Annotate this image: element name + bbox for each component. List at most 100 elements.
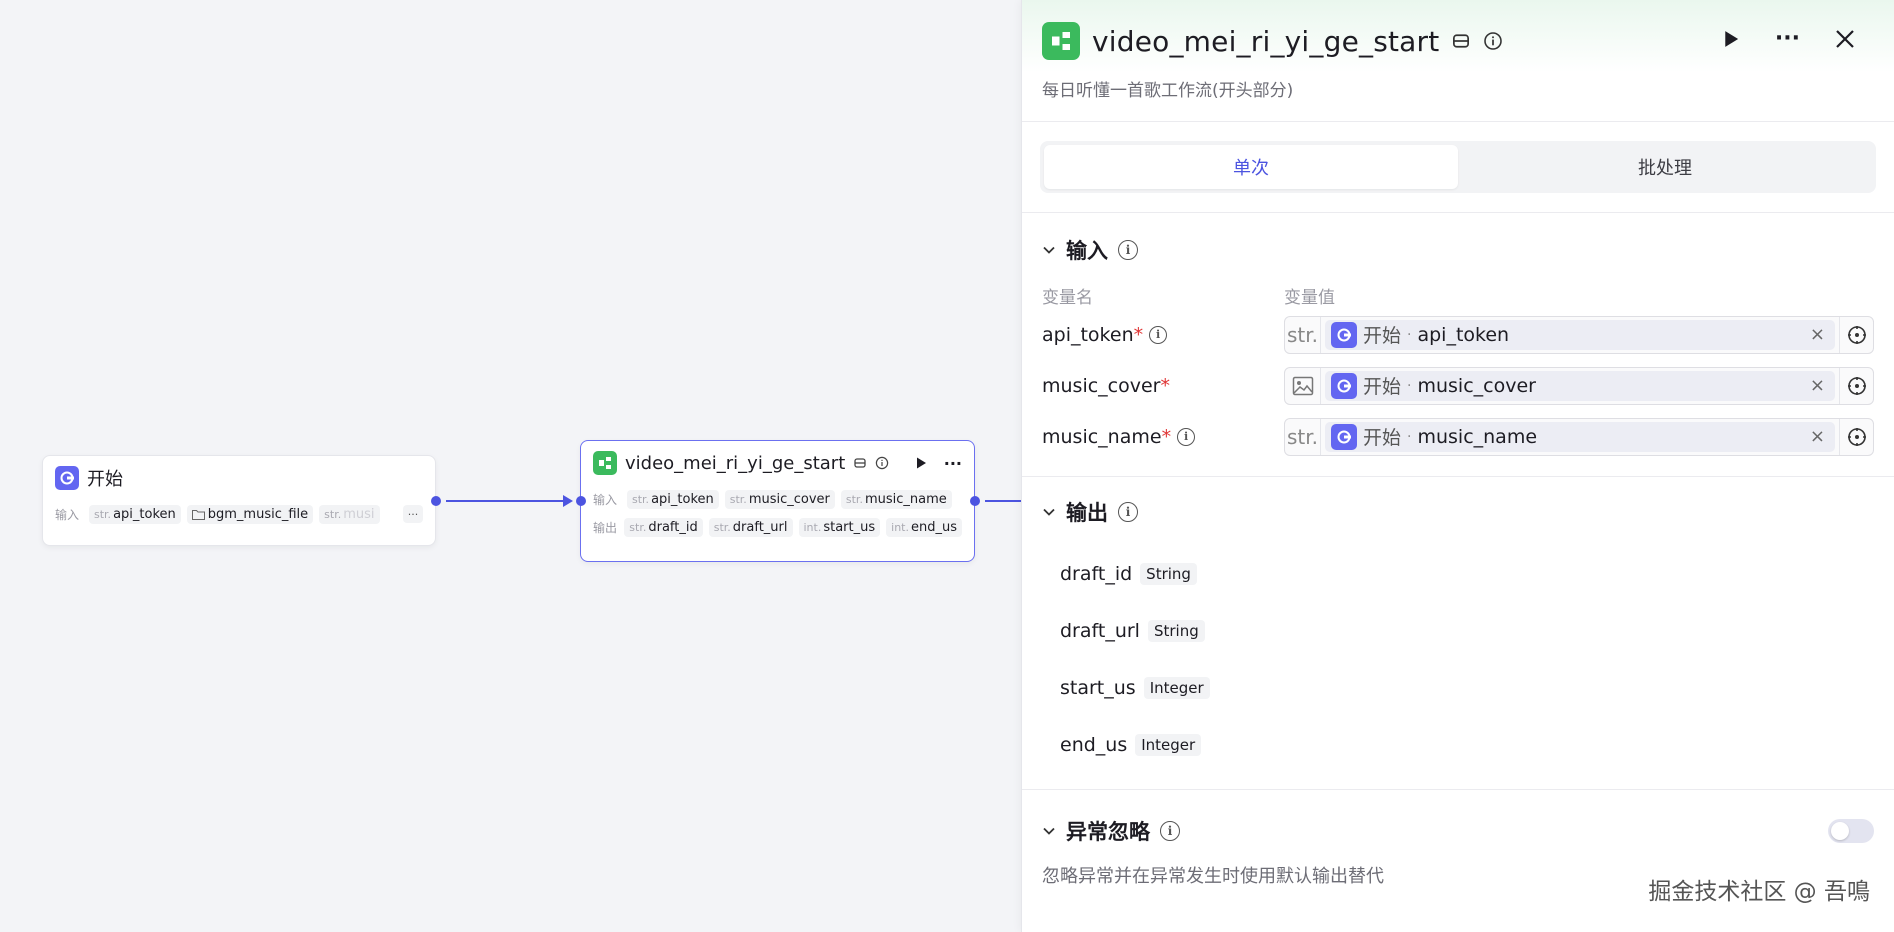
input-var-name: music_cover* <box>1042 374 1170 397</box>
clear-icon[interactable]: × <box>1810 426 1829 447</box>
output-tag: int. start_us <box>798 517 881 537</box>
start-node[interactable]: 开始 输入 str. api_token bgm_music_file str. m… <box>42 455 436 546</box>
input-tag: str. music_name <box>840 489 952 509</box>
tab-batch[interactable]: 批处理 <box>1458 145 1872 189</box>
ref-node-name: 开始 <box>1363 427 1402 449</box>
input-tag: str. music_cover <box>724 489 835 509</box>
ref-var-name: music_name <box>1417 425 1538 448</box>
mode-tabs: 单次 批处理 <box>1022 122 1894 213</box>
input-value-field[interactable]: str. 开始 · music_name × <box>1284 417 1874 456</box>
connection-edge[interactable] <box>985 500 1021 502</box>
image-icon[interactable] <box>1285 367 1321 404</box>
input-value-field[interactable]: 开始 · music_cover × <box>1284 366 1874 405</box>
workflow-node-outputs: 输出 str. draft_id str. draft_url int. start_… <box>581 513 974 541</box>
info-icon[interactable]: i <box>1149 325 1168 344</box>
target-icon[interactable] <box>1839 418 1873 455</box>
output-row: draft_url String <box>1042 602 1874 659</box>
start-output-port[interactable] <box>431 496 441 506</box>
info-icon[interactable]: i <box>1177 427 1196 446</box>
ref-var-name: music_cover <box>1417 374 1536 397</box>
output-section: 输出 i draft_id String draft_url String st… <box>1022 477 1894 789</box>
output-tag: str. draft_url <box>708 517 793 537</box>
workflow-node-inputs: 输入 str. api_token str. music_cover str. mus… <box>581 485 974 513</box>
ref-separator: · <box>1407 377 1412 394</box>
output-type-badge: String <box>1140 562 1197 585</box>
ref-node-name: 开始 <box>1363 325 1402 347</box>
output-row: start_us Integer <box>1042 659 1874 716</box>
output-row: end_us Integer <box>1042 716 1874 773</box>
arrow-icon <box>563 495 573 507</box>
input-value-field[interactable]: str. 开始 · api_token × <box>1284 315 1874 354</box>
input-tag: str. musi <box>319 504 380 524</box>
exception-section-title: 异常忽略 <box>1066 820 1150 844</box>
node-detail-panel: video_mei_ri_yi_ge_start ··· 每日听懂一首歌工作流(… <box>1021 0 1894 932</box>
input-tag: str. api_token <box>89 504 181 524</box>
output-var-name: draft_url <box>1060 619 1140 642</box>
type-label[interactable]: str. <box>1285 316 1321 353</box>
output-section-title: 输出 <box>1066 501 1108 525</box>
input-row: api_token* i str. 开始 · api_token × <box>1042 309 1874 360</box>
info-icon[interactable] <box>1483 31 1503 51</box>
variable-reference[interactable]: 开始 · music_cover × <box>1325 370 1835 401</box>
inputs-label: 输入 <box>55 507 80 522</box>
input-section: 输入 i 变量名 变量值 api_token* i str. 开始 · api_… <box>1022 213 1894 476</box>
type-label[interactable]: str. <box>1285 418 1321 455</box>
input-row: music_name* i str. 开始 · music_name × <box>1042 411 1874 462</box>
tab-single[interactable]: 单次 <box>1044 145 1458 189</box>
col-value-label: 变量值 <box>1284 287 1335 308</box>
close-button[interactable] <box>1834 28 1856 50</box>
chevron-down-icon[interactable] <box>1042 824 1056 838</box>
panel-header: video_mei_ri_yi_ge_start ··· 每日听懂一首歌工作流(… <box>1022 0 1894 122</box>
start-icon <box>1331 372 1357 399</box>
output-var-name: start_us <box>1060 676 1136 699</box>
output-type-badge: Integer <box>1135 733 1202 756</box>
output-var-name: draft_id <box>1060 562 1133 585</box>
more-inputs-button[interactable]: ··· <box>403 505 423 523</box>
ref-node-name: 开始 <box>1363 376 1402 398</box>
input-tag: bgm_music_file <box>186 504 314 524</box>
variable-reference[interactable]: 开始 · api_token × <box>1325 319 1835 350</box>
chevron-down-icon[interactable] <box>1042 505 1056 519</box>
workflow-icon <box>593 451 617 475</box>
clear-icon[interactable]: × <box>1810 375 1829 396</box>
run-button[interactable] <box>1721 29 1741 49</box>
info-icon[interactable]: i <box>1118 502 1138 522</box>
workflow-canvas[interactable]: 开始 输入 str. api_token bgm_music_file str. m… <box>0 0 1021 932</box>
workflow-input-port[interactable] <box>576 496 586 506</box>
outputs-label: 输出 <box>593 520 618 535</box>
target-icon[interactable] <box>1839 367 1873 404</box>
more-icon[interactable]: ··· <box>944 454 962 473</box>
exception-toggle[interactable] <box>1828 819 1874 843</box>
info-icon[interactable]: i <box>1160 821 1180 841</box>
variable-reference[interactable]: 开始 · music_name × <box>1325 421 1835 452</box>
ref-separator: · <box>1407 428 1412 445</box>
output-type-badge: Integer <box>1143 676 1210 699</box>
package-icon <box>854 458 866 468</box>
col-name-label: 变量名 <box>1042 287 1093 308</box>
play-icon[interactable] <box>914 456 928 470</box>
panel-title: video_mei_ri_yi_ge_start <box>1092 24 1440 58</box>
info-icon[interactable]: i <box>1118 240 1138 260</box>
input-column-header: 变量名 变量值 <box>1042 281 1874 309</box>
more-options-button[interactable]: ··· <box>1775 28 1800 50</box>
ref-var-name: api_token <box>1417 323 1510 346</box>
output-var-name: end_us <box>1060 733 1128 756</box>
connection-edge[interactable] <box>446 500 566 502</box>
chevron-down-icon[interactable] <box>1042 243 1056 257</box>
output-row: draft_id String <box>1042 545 1874 602</box>
info-icon[interactable] <box>875 456 889 470</box>
clear-icon[interactable]: × <box>1810 324 1829 345</box>
input-var-name: music_name* <box>1042 425 1172 448</box>
input-section-title: 输入 <box>1066 239 1108 263</box>
output-tag: int. end_us <box>886 517 962 537</box>
ref-separator: · <box>1407 326 1412 343</box>
output-tag: str. draft_id <box>624 517 703 537</box>
panel-description: 每日听懂一首歌工作流(开头部分) <box>1042 81 1294 101</box>
target-icon[interactable] <box>1839 316 1873 353</box>
workflow-node[interactable]: video_mei_ri_yi_ge_start ··· 输入 str. api_… <box>580 440 975 562</box>
start-node-header: 开始 <box>43 456 435 500</box>
folder-icon <box>191 509 205 520</box>
start-node-inputs: 输入 str. api_token bgm_music_file str. musi… <box>43 500 435 528</box>
workflow-output-port[interactable] <box>970 496 980 506</box>
workflow-node-title: video_mei_ri_yi_ge_start <box>625 452 846 474</box>
